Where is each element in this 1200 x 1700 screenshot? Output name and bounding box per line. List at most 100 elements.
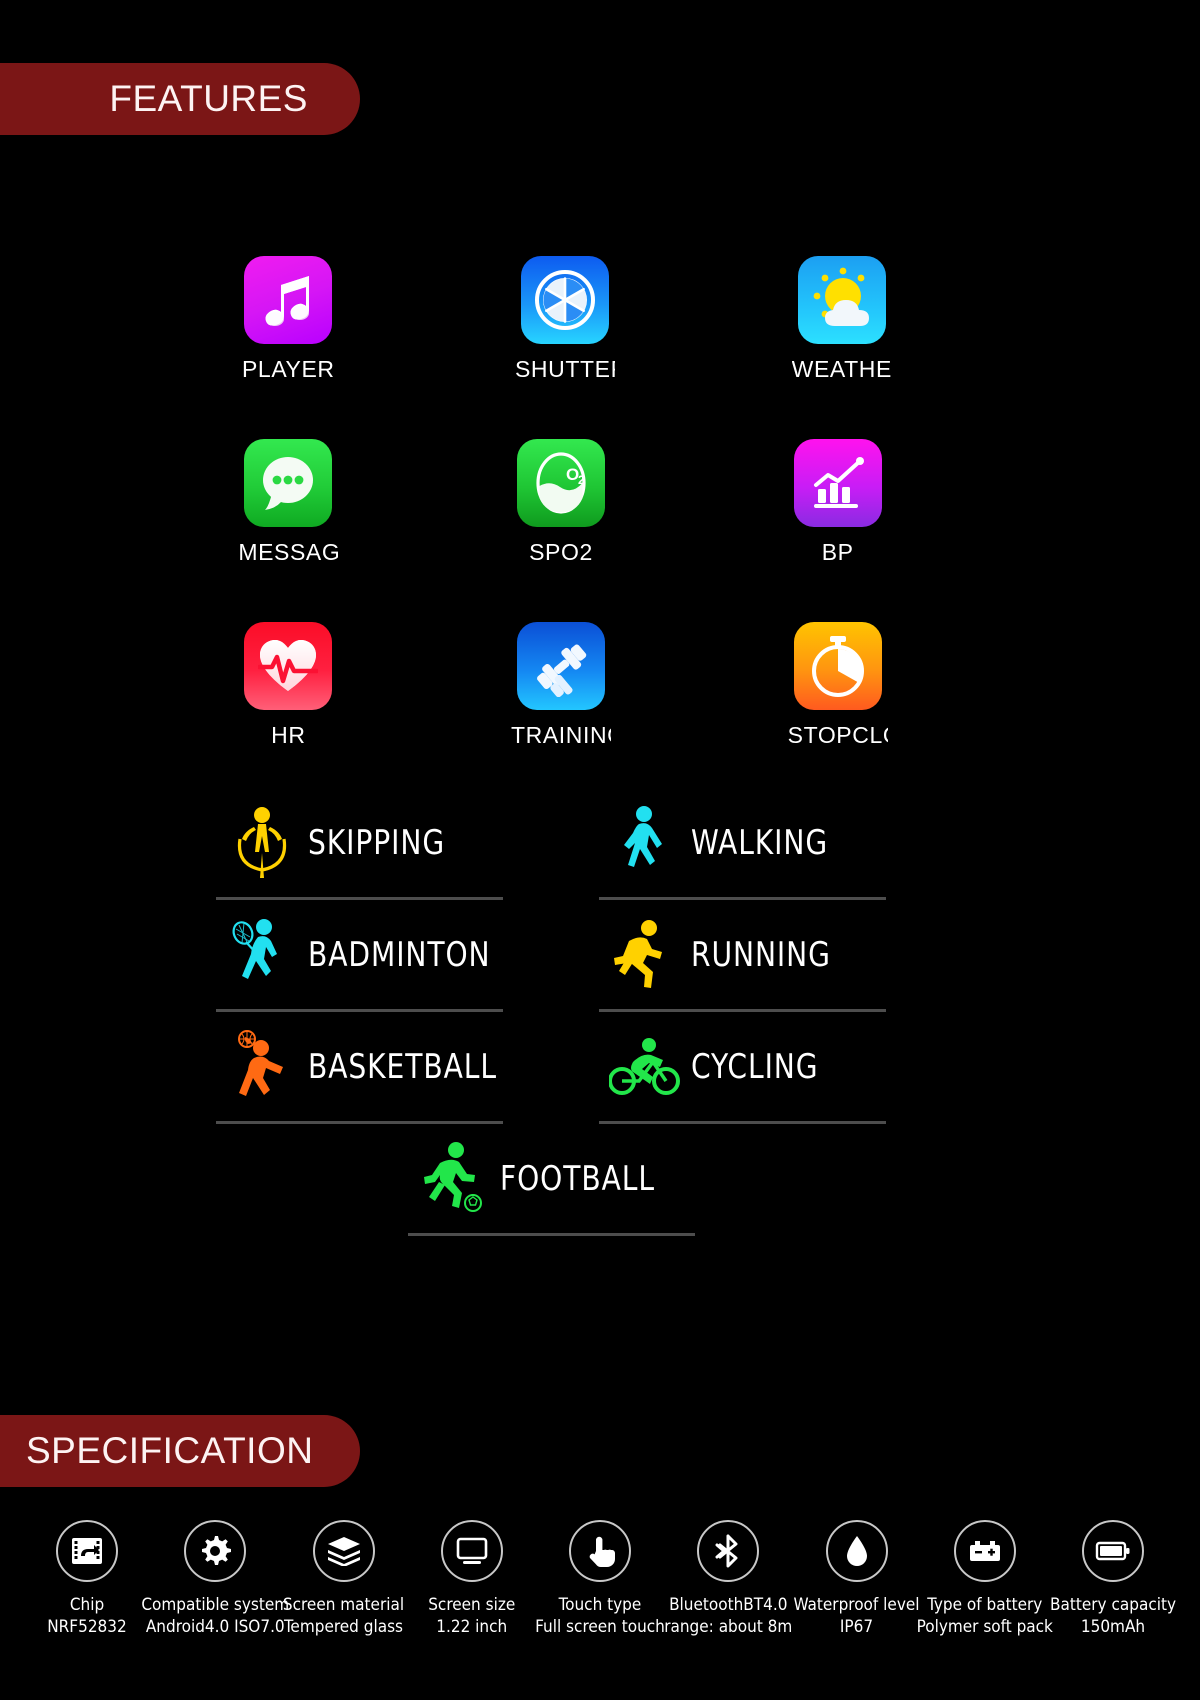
app-item-weather[interactable]: WEATHER xyxy=(703,256,980,439)
spec-title-battery-type: Type of battery xyxy=(927,1595,1043,1615)
spec-item-battery-capacity: Battery capacity 150mAh xyxy=(1050,1520,1176,1638)
spec-value-battery-capacity: 150mAh xyxy=(1080,1617,1146,1637)
app-item-bp[interactable]: BP xyxy=(699,439,976,622)
cycling-icon xyxy=(599,1036,691,1098)
sports-modes-list: SKIPPING WALKING BADMINTON RUNNING BASKE… xyxy=(216,788,886,1236)
spec-title-waterproof: Waterproof level xyxy=(793,1595,920,1615)
player-icon-tile xyxy=(244,256,333,344)
sport-item-running[interactable]: RUNNING xyxy=(599,900,886,1012)
spec-value-chip: NRF52832 xyxy=(47,1617,127,1637)
badminton-icon xyxy=(216,917,308,993)
sport-label-football: FOOTBALL xyxy=(499,1158,655,1199)
app-item-hr[interactable]: HR xyxy=(150,622,427,805)
spec-item-screen-size: Screen size 1.22 inch xyxy=(413,1520,531,1638)
sport-label-badminton: BADMINTON xyxy=(308,934,491,975)
sport-item-badminton[interactable]: BADMINTON xyxy=(216,900,503,1012)
app-item-stopclock[interactable]: STOPCLOCK xyxy=(699,622,976,805)
sport-item-walking[interactable]: WALKING xyxy=(599,788,886,900)
music-note-icon xyxy=(261,272,315,328)
features-title: FEATURES xyxy=(109,78,308,119)
spec-value-screen-size: 1.22 inch xyxy=(436,1617,508,1637)
app-item-player[interactable]: PLAYER xyxy=(150,256,427,439)
product-feature-page: FEATURES PLAYER SHUTTE WEATHE MESSAG O 2… xyxy=(0,0,1200,1700)
sports-row-3: BASKETBALL CYCLING xyxy=(216,1012,886,1124)
sports-row-4: FOOTBALL xyxy=(216,1124,886,1236)
gear-icon xyxy=(184,1520,247,1582)
spec-value-touch-type: Full screen touch xyxy=(535,1617,665,1637)
walking-icon xyxy=(599,805,691,881)
specification-title: SPECIFICATION xyxy=(26,1430,314,1471)
spec-title-chip: Chip xyxy=(69,1595,105,1615)
spec-item-screen-material: Screen material Tempered glass xyxy=(282,1520,405,1638)
oxygen-drop-icon: O 2 xyxy=(530,450,592,516)
water-drop-icon xyxy=(825,1520,888,1582)
sport-label-basketball: BASKETBALL xyxy=(308,1046,497,1087)
monitor-icon xyxy=(440,1520,503,1582)
bar-chart-icon xyxy=(810,455,866,511)
sport-label-skipping: SKIPPING xyxy=(308,822,446,863)
app-label-spo2: SPO2 xyxy=(529,539,593,565)
camera-aperture-icon xyxy=(534,269,596,331)
heart-pulse-icon xyxy=(258,637,319,695)
sport-item-football[interactable]: FOOTBALL xyxy=(407,1124,695,1236)
app-label-bp: BP xyxy=(821,539,854,565)
spec-item-compatible-system: Compatible system Android4.0 ISO7.0 xyxy=(141,1520,289,1638)
dumbbell-icon xyxy=(530,635,592,697)
spec-title-screen-material: Screen material xyxy=(282,1595,405,1615)
app-row-1: PLAYER SHUTTE WEATHE xyxy=(150,256,980,439)
app-item-message[interactable]: MESSAGE xyxy=(150,439,427,622)
battery-cell-icon xyxy=(953,1520,1016,1582)
spec-title-compatible-system: Compatible system xyxy=(141,1595,290,1615)
sport-item-basketball[interactable]: BASKETBALL xyxy=(216,1012,503,1124)
sport-item-cycling[interactable]: CYCLING xyxy=(599,1012,886,1124)
layers-icon xyxy=(312,1520,375,1582)
stopclock-icon-tile xyxy=(793,622,882,710)
spec-item-battery-type: Type of battery Polymer soft pack xyxy=(917,1520,1053,1638)
spec-value-bluetooth: range: about 8m xyxy=(664,1617,793,1637)
app-label-stopclock: STOPCLOCK xyxy=(787,722,888,748)
specification-strip: Chip NRF52832 Compatible system Android4… xyxy=(0,1520,1200,1638)
app-label-weather: WEATHER xyxy=(791,356,892,382)
app-item-shutter[interactable]: SHUTTER xyxy=(427,256,704,439)
spec-value-compatible-system: Android4.0 ISO7.0 xyxy=(145,1617,285,1637)
spec-value-screen-material: Tempered glass xyxy=(283,1617,404,1637)
training-icon-tile xyxy=(516,622,605,710)
app-row-3: HR TRAININ STOPCL xyxy=(150,622,980,805)
bluetooth-icon xyxy=(697,1520,760,1582)
app-item-spo2[interactable]: O 2 SPO2 xyxy=(423,439,700,622)
spec-item-chip: Chip NRF52832 xyxy=(28,1520,146,1638)
spo2-icon-tile: O 2 xyxy=(516,439,605,527)
message-icon-tile xyxy=(244,439,333,527)
touch-hand-icon xyxy=(569,1520,631,1582)
spec-item-waterproof: Waterproof level IP67 xyxy=(793,1520,920,1638)
shutter-icon-tile xyxy=(520,256,609,344)
hr-icon-tile xyxy=(244,622,333,710)
spec-title-battery-capacity: Battery capacity xyxy=(1050,1595,1177,1615)
chip-icon xyxy=(56,1520,118,1582)
spec-title-bluetooth: BluetoothBT4.0 xyxy=(669,1595,788,1615)
app-item-training[interactable]: TRAINING xyxy=(423,622,700,805)
app-label-hr: HR xyxy=(271,722,306,748)
bp-icon-tile xyxy=(793,439,882,527)
sun-cloud-icon xyxy=(805,264,879,336)
app-label-training: TRAINING xyxy=(510,722,611,748)
app-label-player: PLAYER xyxy=(241,356,335,382)
spec-title-screen-size: Screen size xyxy=(428,1595,516,1615)
running-icon xyxy=(599,919,691,991)
weather-icon-tile xyxy=(797,256,886,344)
app-label-shutter: SHUTTER xyxy=(514,356,615,382)
sport-label-running: RUNNING xyxy=(691,934,831,975)
sport-label-walking: WALKING xyxy=(691,822,829,863)
spec-value-waterproof: IP67 xyxy=(839,1617,874,1637)
sport-item-skipping[interactable]: SKIPPING xyxy=(216,788,503,900)
chat-bubble-icon xyxy=(256,451,320,515)
football-icon xyxy=(408,1141,500,1217)
sports-row-2: BADMINTON RUNNING xyxy=(216,900,886,1012)
battery-icon xyxy=(1082,1520,1144,1582)
spec-item-bluetooth: BluetoothBT4.0 range: about 8m xyxy=(664,1520,792,1638)
sport-label-cycling: CYCLING xyxy=(691,1046,819,1087)
basketball-icon xyxy=(216,1028,308,1106)
spec-title-touch-type: Touch type xyxy=(558,1595,642,1615)
svg-text:2: 2 xyxy=(578,473,585,487)
specification-section-banner: SPECIFICATION xyxy=(0,1415,360,1487)
